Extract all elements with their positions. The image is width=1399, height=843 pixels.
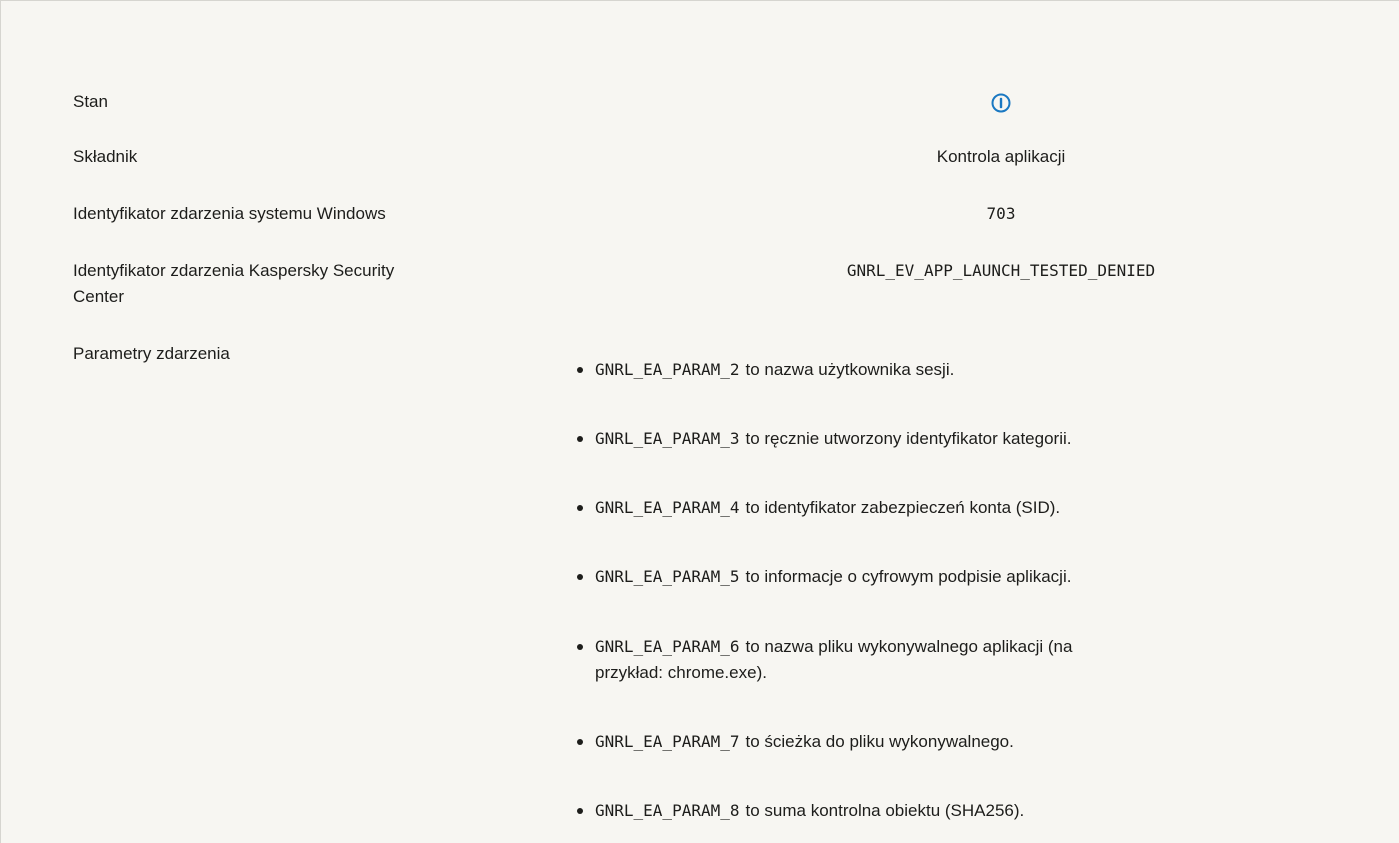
event-params-label: Parametry zdarzenia [73, 344, 230, 363]
windows-event-id-value: 703 [986, 204, 1016, 223]
list-item: GNRL_EA_PARAM_3 to ręcznie utworzony iden… [573, 426, 1333, 452]
bullet-icon [577, 739, 583, 745]
bullet-icon [577, 808, 583, 814]
param-code: GNRL_EA_PARAM_2 [595, 360, 740, 379]
param-code: GNRL_EA_PARAM_3 [595, 429, 740, 448]
param-code: GNRL_EA_PARAM_8 [595, 801, 740, 820]
param-code: GNRL_EA_PARAM_7 [595, 732, 740, 751]
list-item: GNRL_EA_PARAM_2 to nazwa użytkownika sesj… [573, 357, 1333, 383]
info-icon [991, 93, 1011, 113]
param-code: GNRL_EA_PARAM_4 [595, 498, 740, 517]
list-item: GNRL_EA_PARAM_4 to identyfikator zabezpie… [573, 495, 1333, 521]
status-label: Stan [73, 92, 108, 111]
list-item: GNRL_EA_PARAM_7 to ścieżka do pliku wykon… [573, 729, 1333, 755]
component-label: Składnik [73, 147, 138, 166]
param-code: GNRL_EA_PARAM_6 [595, 637, 740, 656]
ksc-event-id-label: Identyfikator zdarzenia Kaspersky Securi… [73, 258, 553, 310]
list-item: GNRL_EA_PARAM_5 to informacje o cyfrowym … [573, 564, 1333, 590]
status-value [631, 89, 1371, 115]
param-text: to nazwa użytkownika sesji. [745, 360, 955, 379]
ksc-event-id-label-line1: Identyfikator zdarzenia Kaspersky Securi… [73, 261, 395, 280]
windows-event-id-label: Identyfikator zdarzenia systemu Windows [73, 204, 386, 223]
param-text-continuation: przykład: chrome.exe). [595, 663, 767, 682]
param-text: to suma kontrolna obiektu (SHA256). [745, 801, 1025, 820]
param-code: GNRL_EA_PARAM_5 [595, 567, 740, 586]
param-text: to ręcznie utworzony identyfikator kateg… [745, 429, 1072, 448]
bullet-icon [577, 574, 583, 580]
bullet-icon [577, 644, 583, 650]
bullet-icon [577, 436, 583, 442]
bullet-icon [577, 367, 583, 373]
list-item: GNRL_EA_PARAM_8 to suma kontrolna obiektu… [573, 798, 1333, 824]
component-value: Kontrola aplikacji [936, 147, 1066, 166]
list-item: GNRL_EA_PARAM_6 to nazwa pliku wykonywaln… [573, 634, 1333, 686]
ksc-event-id-value: GNRL_EV_APP_LAUNCH_TESTED_DENIED [846, 261, 1156, 280]
bullet-icon [577, 505, 583, 511]
param-text: to identyfikator zabezpieczeń konta (SID… [745, 498, 1061, 517]
param-text: to ścieżka do pliku wykonywalnego. [745, 732, 1014, 751]
ksc-event-id-label-line2: Center [73, 287, 125, 306]
param-text: to nazwa pliku wykonywalnego aplikacji (… [745, 637, 1073, 656]
param-text: to informacje o cyfrowym podpisie aplika… [745, 567, 1072, 586]
event-details-table: Stan Składnik Kontrola aplikacji Identyf… [0, 0, 1399, 843]
